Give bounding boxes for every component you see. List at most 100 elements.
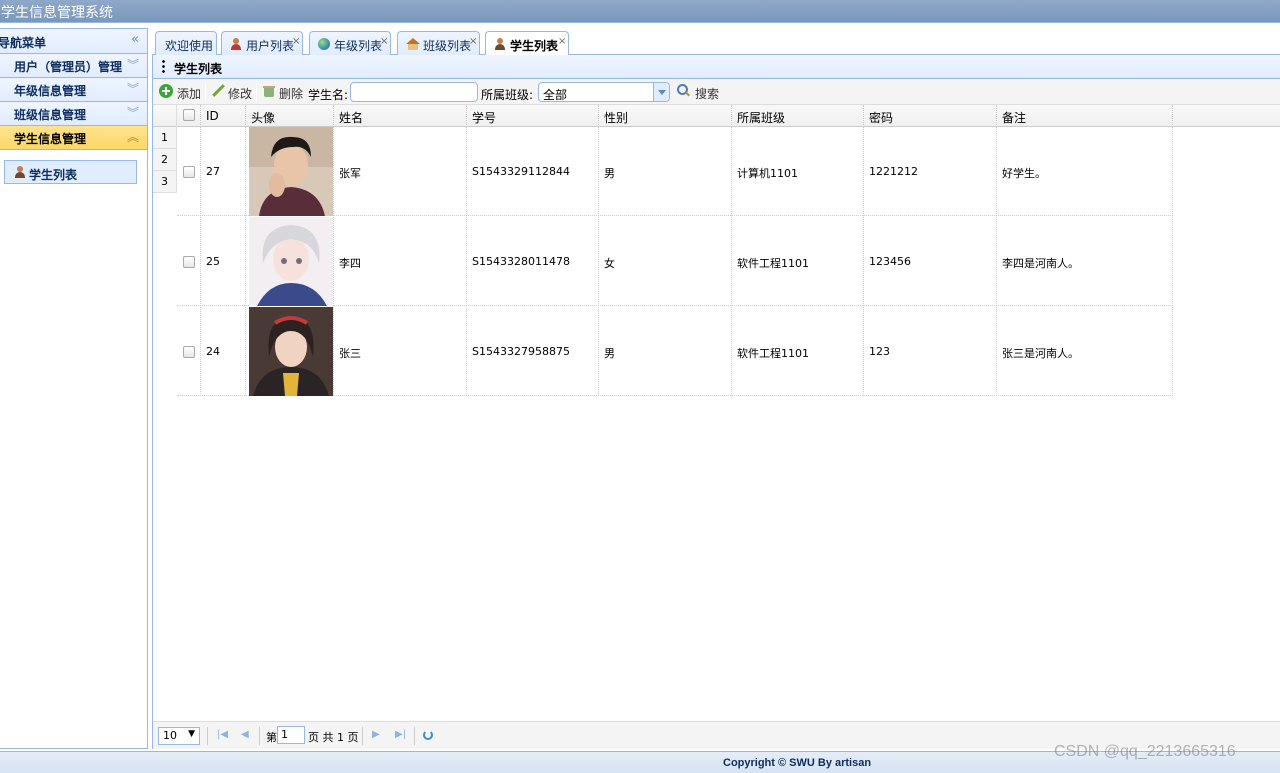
search-icon xyxy=(677,84,690,97)
table-row[interactable]: 25 李四 S1543328011478 女 软件工程1101 123456 李… xyxy=(177,217,1173,306)
column-header-password[interactable]: 密码 xyxy=(864,105,997,127)
sn-cell: S1543327958875 xyxy=(467,307,599,396)
class-filter-select[interactable]: 全部 xyxy=(538,82,670,102)
remark-value: 张三是河南人。 xyxy=(1002,347,1079,360)
prev-page-icon[interactable]: ◀ xyxy=(241,729,253,743)
tab-welcome[interactable]: 欢迎使用 xyxy=(155,31,217,55)
checkbox-cell xyxy=(177,307,201,396)
close-icon[interactable]: × xyxy=(469,36,477,47)
divider xyxy=(256,83,257,101)
password-value: 123456 xyxy=(869,255,911,268)
divider xyxy=(259,727,260,745)
id-cell: 27 xyxy=(201,127,246,216)
tab-label: 年级列表 xyxy=(334,39,383,53)
chevron-down-icon: ▼ xyxy=(188,729,195,739)
name-value: 张军 xyxy=(339,167,361,180)
column-header-remark[interactable]: 备注 xyxy=(997,105,1173,127)
row-checkbox[interactable] xyxy=(183,166,195,178)
next-page-icon[interactable]: ▶ xyxy=(372,729,384,743)
panel-title: 学生列表 xyxy=(174,62,223,76)
tab-label: 班级列表 xyxy=(423,39,472,53)
sidebar-item-class[interactable]: 班级信息管理 ︾ xyxy=(0,102,147,126)
row-number-label: 1 xyxy=(161,131,168,144)
last-page-icon[interactable]: ▶| xyxy=(395,729,407,743)
pencil-icon xyxy=(211,84,225,98)
password-cell: 1221212 xyxy=(864,127,997,216)
expand-icon: ︾ xyxy=(126,58,139,72)
avatar xyxy=(249,127,333,216)
person-icon xyxy=(494,38,506,50)
close-icon[interactable]: × xyxy=(380,36,388,47)
student-name-input[interactable] xyxy=(350,82,478,102)
column-header-sex[interactable]: 性别 xyxy=(599,105,732,127)
class-cell: 软件工程1101 xyxy=(732,307,864,396)
first-page-icon[interactable]: |◀ xyxy=(217,729,229,743)
house-icon xyxy=(406,38,420,50)
table-row[interactable]: 27 张军 S1543329112844 男 计算机1101 1221212 好… xyxy=(177,127,1173,216)
tab-user-list[interactable]: 用户列表 × xyxy=(221,31,303,55)
sex-value: 女 xyxy=(604,257,615,270)
row-number: 2 xyxy=(153,149,177,171)
id-cell: 24 xyxy=(201,307,246,396)
sn-value: S1543329112844 xyxy=(472,165,570,178)
sidebar-item-user-admin[interactable]: 用户（管理员）管理 ︾ xyxy=(0,54,147,78)
table-row[interactable]: 24 张三 S1543327958875 男 软件工程1101 123 张三是河… xyxy=(177,307,1173,396)
tab-class-list[interactable]: 班级列表 × xyxy=(397,31,480,55)
add-icon xyxy=(159,84,173,98)
password-value: 123 xyxy=(869,345,890,358)
chevron-down-icon xyxy=(653,83,669,101)
sidebar-item-student[interactable]: 学生信息管理 ︽ xyxy=(0,126,147,150)
column-header-avatar[interactable]: 头像 xyxy=(246,105,334,127)
toolbar: 添加 修改 删除 学生名: 所属班级: 全部 搜索 xyxy=(153,79,1280,105)
add-button[interactable]: 添加 xyxy=(159,83,201,101)
avatar-cell xyxy=(246,217,334,306)
class-filter-value: 全部 xyxy=(543,88,568,102)
sidebar-item-label: 班级信息管理 xyxy=(14,108,87,122)
column-header-class[interactable]: 所属班级 xyxy=(732,105,864,127)
avatar-cell xyxy=(246,307,334,396)
select-all-checkbox[interactable] xyxy=(183,109,195,121)
avatar-cell xyxy=(246,127,334,216)
class-filter-label: 所属班级: xyxy=(481,88,534,102)
name-cell: 张三 xyxy=(334,307,467,396)
tab-grade-list[interactable]: 年级列表 × xyxy=(309,31,391,55)
password-cell: 123456 xyxy=(864,217,997,306)
column-header-label: 所属班级 xyxy=(737,111,786,125)
close-icon[interactable]: × xyxy=(558,36,566,47)
edit-button[interactable]: 修改 xyxy=(211,83,253,101)
remark-cell: 张三是河南人。 xyxy=(997,307,1173,396)
class-cell: 计算机1101 xyxy=(732,127,864,216)
column-header-name[interactable]: 姓名 xyxy=(334,105,467,127)
expand-icon: ︾ xyxy=(126,106,139,120)
name-cell: 李四 xyxy=(334,217,467,306)
column-header-id[interactable]: ID xyxy=(201,105,246,127)
class-cell: 软件工程1101 xyxy=(732,217,864,306)
tab-student-list[interactable]: 学生列表 × xyxy=(485,31,569,56)
column-header-sn[interactable]: 学号 xyxy=(467,105,599,127)
column-header-label: 密码 xyxy=(869,111,894,125)
sex-value: 男 xyxy=(604,347,615,360)
collapse-sidebar-icon[interactable]: « xyxy=(131,32,139,47)
student-name-label: 学生名: xyxy=(308,88,349,102)
sidebar-item-grade[interactable]: 年级信息管理 ︾ xyxy=(0,78,147,102)
close-icon[interactable]: × xyxy=(292,36,300,47)
row-checkbox[interactable] xyxy=(183,346,195,358)
page-size-select[interactable]: 10 ▼ xyxy=(158,727,200,745)
copyright-text: Copyright © SWU By artisan xyxy=(723,757,872,769)
delete-button[interactable]: 删除 xyxy=(262,83,304,101)
sidebar: 导航菜单 « 用户（管理员）管理 ︾ 年级信息管理 ︾ 班级信息管理 ︾ 学生信… xyxy=(0,28,148,749)
sidebar-subitem-student-list[interactable]: 学生列表 xyxy=(4,160,137,184)
row-number: 1 xyxy=(153,127,177,149)
name-cell: 张军 xyxy=(334,127,467,216)
search-button[interactable]: 搜索 xyxy=(677,83,721,101)
class-value: 软件工程1101 xyxy=(737,347,809,360)
refresh-icon[interactable] xyxy=(423,730,435,744)
id-cell: 25 xyxy=(201,217,246,306)
column-header-label: 备注 xyxy=(1002,111,1027,125)
row-checkbox[interactable] xyxy=(183,256,195,268)
avatar xyxy=(249,307,333,396)
sn-value: S1543328011478 xyxy=(472,255,570,268)
sex-cell: 男 xyxy=(599,307,732,396)
page-number-input[interactable]: 1 xyxy=(277,726,305,744)
divider xyxy=(362,727,363,745)
